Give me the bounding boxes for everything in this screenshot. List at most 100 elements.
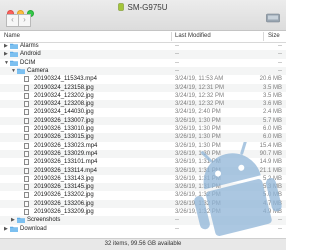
- item-size: 5.2 MB: [262, 175, 282, 182]
- item-name: Screenshots: [27, 217, 61, 224]
- item-last-modified: --: [175, 43, 179, 49]
- item-size: 5.0 MB: [262, 192, 282, 199]
- disclosure-expanded-icon[interactable]: ▼: [11, 67, 16, 75]
- document-icon: [24, 134, 29, 141]
- folder-row[interactable]: ▶ Download -- --: [0, 225, 286, 233]
- folder-icon: [17, 218, 25, 224]
- item-name: 20190324_123202.jpg: [34, 92, 94, 99]
- file-row[interactable]: 20190326_133114.mp4 3/26/19, 1:31 PM 21.1 …: [0, 166, 286, 175]
- item-last-modified: 3/26/19, 1:30 PM: [175, 134, 221, 141]
- item-name: 20190326_133101.mp4: [34, 159, 98, 166]
- folder-icon: [17, 68, 25, 74]
- back-button[interactable]: ‹: [6, 14, 19, 27]
- file-row[interactable]: 20190326_133143.jpg 3/26/19, 1:31 PM 5.2 M…: [0, 175, 286, 183]
- folder-row[interactable]: ▼ DCIM -- --: [0, 59, 286, 67]
- document-icon: [24, 101, 29, 108]
- file-row[interactable]: 20190326_133202.jpg 3/26/19, 1:32 PM 5.0 M…: [0, 191, 286, 199]
- item-size: --: [278, 43, 282, 49]
- file-row[interactable]: 20190326_133101.mp4 3/26/19, 1:31 PM 14.9 …: [0, 158, 286, 166]
- item-last-modified: 3/24/19, 11:53 AM: [175, 76, 224, 83]
- item-last-modified: --: [175, 51, 179, 58]
- disclosure-collapsed-icon[interactable]: ▶: [4, 42, 8, 50]
- item-name: 20190326_133202.jpg: [34, 192, 94, 199]
- file-row[interactable]: 20190326_133206.jpg 3/26/19, 1:32 PM 4.7 M…: [0, 199, 286, 208]
- file-row[interactable]: 20190324_123202.jpg 3/24/19, 12:32 PM 3.5 …: [0, 92, 286, 100]
- disclosure-collapsed-icon[interactable]: ▶: [4, 50, 8, 58]
- item-name: 20190324_144030.jpg: [34, 109, 94, 116]
- document-icon: [24, 159, 29, 166]
- file-row[interactable]: 20190324_144030.jpg 3/24/19, 2:40 PM 2.4 M…: [0, 108, 286, 116]
- item-last-modified: 3/24/19, 12:32 PM: [175, 92, 225, 99]
- file-row[interactable]: 20190324_123158.jpg 3/24/19, 12:31 PM 3.5 …: [0, 83, 286, 92]
- item-size: 6.0 MB: [262, 126, 282, 132]
- document-icon: [24, 167, 29, 174]
- item-last-modified: 3/26/19, 1:31 PM: [175, 175, 221, 182]
- size-column-header[interactable]: Size: [268, 33, 280, 39]
- status-text: 32 items, 99.56 GB available: [104, 241, 182, 247]
- item-name: 20190324_123158.jpg: [34, 84, 94, 91]
- disclosure-collapsed-icon[interactable]: ▶: [11, 216, 15, 224]
- item-last-modified: --: [175, 225, 179, 232]
- document-icon: [24, 192, 29, 199]
- item-name: Download: [20, 225, 47, 232]
- file-row[interactable]: 20190326_133010.jpg 3/26/19, 1:30 PM 6.0 M…: [0, 125, 286, 133]
- document-icon: [24, 142, 29, 149]
- item-size: 5.3 MB: [262, 184, 282, 191]
- phone-icon: [118, 3, 125, 11]
- last-modified-column-header[interactable]: Last Modified: [175, 33, 211, 39]
- folder-row[interactable]: ▶ Screenshots -- --: [0, 216, 286, 225]
- item-name: 20190326_133023.mp4: [34, 142, 98, 149]
- folder-row[interactable]: ▼ Camera -- --: [0, 66, 286, 76]
- file-row[interactable]: 20190326_133209.jpg 3/26/19, 1:32 PM 4.9 M…: [0, 208, 286, 216]
- item-name: Camera: [27, 67, 49, 74]
- item-name: 20190326_133007.jpg: [34, 117, 94, 124]
- item-size: 4.9 MB: [262, 209, 282, 215]
- column-divider[interactable]: [263, 32, 264, 41]
- item-size: 21.1 MB: [259, 167, 282, 174]
- file-row[interactable]: 20190326_133007.jpg 3/26/19, 1:30 PM 5.7 M…: [0, 116, 286, 125]
- item-size: --: [278, 67, 282, 74]
- item-size: --: [278, 51, 282, 58]
- item-size: 5.7 MB: [262, 117, 282, 124]
- item-name: 20190326_133209.jpg: [34, 209, 94, 215]
- item-last-modified: 3/26/19, 1:30 PM: [175, 150, 221, 157]
- document-icon: [24, 200, 29, 207]
- folder-icon: [10, 52, 18, 58]
- item-name: 20190326_133143.jpg: [34, 175, 94, 182]
- disclosure-collapsed-icon[interactable]: ▶: [4, 225, 8, 233]
- item-last-modified: 3/26/19, 1:30 PM: [175, 117, 221, 124]
- item-last-modified: --: [175, 217, 179, 224]
- item-size: 6.0 MB: [262, 134, 282, 141]
- item-size: 90.7 MB: [259, 150, 282, 157]
- document-icon: [24, 92, 29, 99]
- item-last-modified: 3/26/19, 1:30 PM: [175, 126, 221, 132]
- file-row[interactable]: 20190326_133145.jpg 3/26/19, 1:31 PM 5.3 M…: [0, 183, 286, 192]
- item-size: 3.6 MB: [262, 101, 282, 108]
- file-row[interactable]: 20190324_123208.jpg 3/24/19, 12:32 PM 3.6 …: [0, 100, 286, 109]
- item-size: 20.6 MB: [259, 76, 282, 83]
- folder-row[interactable]: ▶ Alarms -- --: [0, 42, 286, 50]
- document-icon: [24, 84, 29, 91]
- item-last-modified: 3/24/19, 2:40 PM: [175, 109, 221, 116]
- item-name: Android: [20, 51, 41, 58]
- item-size: --: [278, 217, 282, 224]
- file-list: ▶ Alarms -- -- ▶ Android -- -- ▼ DCIM -- -- ▼ Camera -…: [0, 42, 286, 238]
- file-row[interactable]: 20190326_133029.mp4 3/26/19, 1:30 PM 90.7 …: [0, 149, 286, 159]
- item-name: 20190326_133015.jpg: [34, 134, 94, 141]
- file-row[interactable]: 20190324_115343.mp4 3/24/19, 11:53 AM 20.6…: [0, 75, 286, 83]
- document-icon: [24, 76, 29, 83]
- column-divider[interactable]: [171, 32, 172, 41]
- device-storage-icon[interactable]: [266, 13, 280, 23]
- file-row[interactable]: 20190326_133023.mp4 3/26/19, 1:30 PM 15.4 …: [0, 142, 286, 150]
- file-row[interactable]: 20190326_133015.jpg 3/26/19, 1:30 PM 6.0 M…: [0, 133, 286, 142]
- window-title: SM-G975U: [127, 3, 168, 12]
- folder-row[interactable]: ▶ Android -- --: [0, 50, 286, 59]
- folder-icon: [10, 60, 18, 66]
- item-name: 20190324_123208.jpg: [34, 101, 94, 108]
- forward-button[interactable]: ›: [19, 14, 31, 27]
- name-column-header[interactable]: Name: [4, 33, 20, 39]
- item-last-modified: 3/24/19, 12:32 PM: [175, 101, 225, 108]
- disclosure-expanded-icon[interactable]: ▼: [4, 59, 9, 67]
- item-size: 3.5 MB: [262, 92, 282, 99]
- item-size: 15.4 MB: [259, 142, 282, 149]
